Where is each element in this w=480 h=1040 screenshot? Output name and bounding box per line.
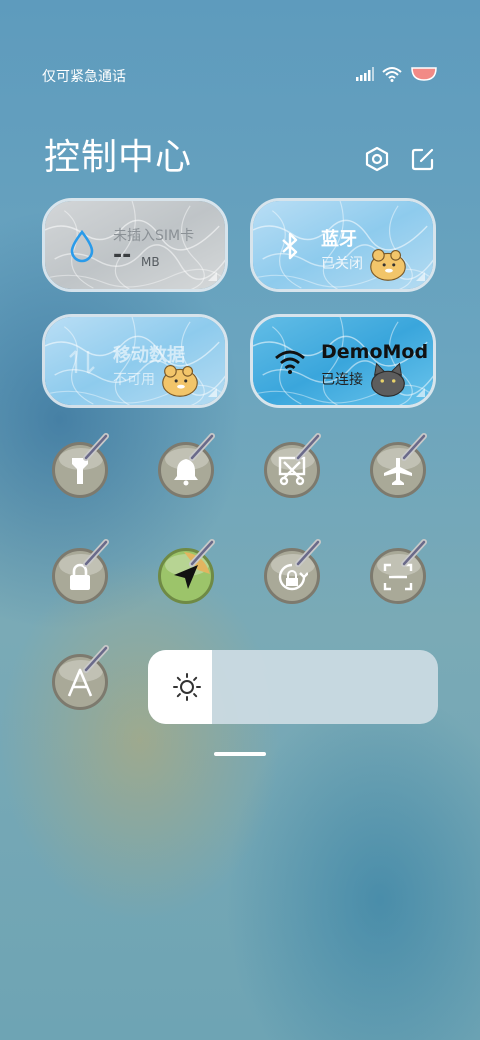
wifi-status-icon	[382, 67, 402, 82]
lock-screen-toggle[interactable]	[52, 548, 108, 604]
straw-decoration-icon	[188, 432, 218, 462]
edit-icon[interactable]	[410, 146, 436, 172]
water-drop-icon	[70, 229, 94, 263]
expand-corner-icon	[208, 272, 217, 281]
straw-decoration-icon	[400, 538, 430, 568]
carrier-label: 仅可紧急通话	[42, 69, 126, 85]
status-icons	[356, 66, 438, 82]
bluetooth-status: 已关闭	[321, 256, 363, 272]
straw-decoration-icon	[188, 538, 218, 568]
location-toggle[interactable]	[158, 548, 214, 604]
hamster-icon	[162, 365, 198, 397]
expand-corner-icon	[208, 388, 217, 397]
expand-corner-icon	[416, 388, 425, 397]
sim-status-label: 未插入SIM卡	[113, 228, 195, 244]
wifi-icon	[275, 350, 305, 374]
battery-icon	[411, 67, 437, 81]
sun-icon	[173, 673, 201, 701]
hamster-icon	[370, 249, 406, 281]
straw-decoration-icon	[82, 432, 112, 462]
straw-decoration-icon	[294, 432, 324, 462]
straw-decoration-icon	[82, 538, 112, 568]
status-bar: 仅可紧急通话	[42, 64, 438, 88]
mobile-data-icon	[69, 350, 95, 374]
hexagon-settings-icon[interactable]	[364, 146, 390, 172]
wifi-status: 已连接	[321, 372, 363, 388]
data-usage-tile[interactable]: 未插入SIM卡 -- MB	[42, 198, 228, 292]
mobile-data-tile[interactable]: 移动数据 不可用	[42, 314, 228, 408]
auto-rotate-toggle[interactable]	[264, 548, 320, 604]
straw-decoration-icon	[82, 644, 112, 674]
auto-brightness-toggle[interactable]	[52, 654, 108, 710]
signal-icon	[356, 67, 374, 81]
flashlight-toggle[interactable]	[52, 442, 108, 498]
bluetooth-tile[interactable]: 蓝牙 已关闭	[250, 198, 436, 292]
cat-icon	[371, 363, 405, 397]
mobile-data-status: 不可用	[113, 372, 155, 388]
airplane-mode-toggle[interactable]	[370, 442, 426, 498]
drag-handle[interactable]	[214, 752, 266, 756]
straw-decoration-icon	[400, 432, 430, 462]
bluetooth-title: 蓝牙	[321, 229, 357, 250]
data-unit: MB	[141, 255, 160, 269]
page-title: 控制中心	[44, 137, 193, 178]
wifi-tile[interactable]: DemoMod 已连接	[250, 314, 436, 408]
straw-decoration-icon	[294, 538, 324, 568]
ringer-toggle[interactable]	[158, 442, 214, 498]
screenshot-toggle[interactable]	[264, 442, 320, 498]
brightness-slider[interactable]	[148, 650, 438, 724]
bluetooth-icon	[282, 232, 298, 260]
expand-corner-icon	[416, 272, 425, 281]
data-value: --	[113, 243, 132, 268]
scanner-toggle[interactable]	[370, 548, 426, 604]
